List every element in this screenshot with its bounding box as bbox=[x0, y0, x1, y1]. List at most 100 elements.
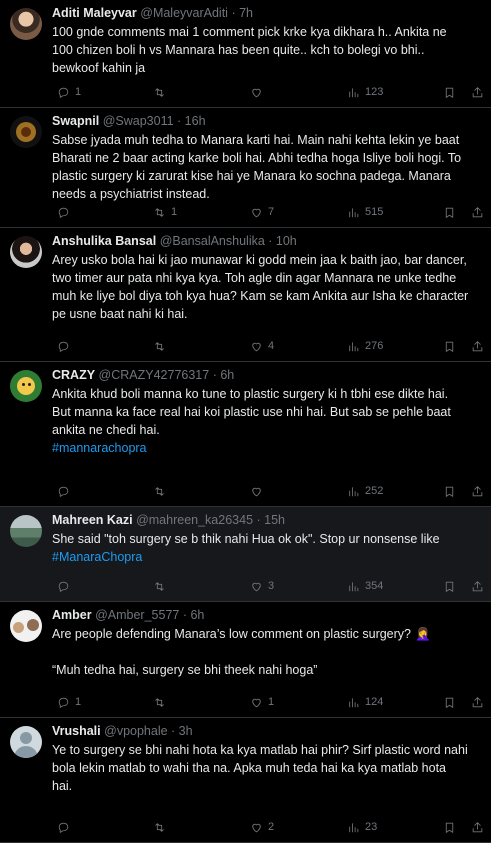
retweet-icon bbox=[153, 580, 166, 593]
retweet-button[interactable] bbox=[148, 579, 171, 593]
bookmark-icon bbox=[443, 580, 456, 593]
timestamp[interactable]: 10h bbox=[276, 234, 297, 248]
timestamp[interactable]: 16h bbox=[185, 114, 206, 128]
heart-icon bbox=[250, 821, 263, 834]
display-name[interactable]: Vrushali bbox=[52, 724, 101, 738]
views-button[interactable]: 123 bbox=[342, 85, 383, 99]
like-button[interactable]: 1 bbox=[245, 695, 274, 709]
share-button[interactable] bbox=[466, 205, 484, 219]
views-button[interactable]: 124 bbox=[342, 695, 383, 709]
timestamp[interactable]: 15h bbox=[264, 513, 285, 527]
share-button[interactable] bbox=[466, 579, 484, 593]
views-button[interactable]: 252 bbox=[342, 484, 383, 498]
retweet-button[interactable] bbox=[148, 339, 171, 353]
like-button[interactable]: 3 bbox=[245, 579, 274, 593]
tweet-text-line: bola lekin matlab to wahi tha na. Apka m… bbox=[52, 761, 446, 775]
reply-button[interactable] bbox=[52, 205, 75, 219]
like-button[interactable]: 4 bbox=[245, 339, 274, 353]
views-button[interactable]: 276 bbox=[342, 339, 383, 353]
like-button[interactable]: 7 bbox=[245, 205, 274, 219]
timestamp[interactable]: 6h bbox=[220, 368, 234, 382]
tweet[interactable]: Vrushali @vpophale · 3h Ye to surgery se … bbox=[0, 718, 491, 843]
hashtag-link[interactable]: #mannarachopra bbox=[52, 439, 484, 457]
user-handle[interactable]: @Swap3011 bbox=[103, 114, 174, 128]
share-button[interactable] bbox=[466, 484, 484, 498]
avatar[interactable] bbox=[10, 515, 42, 547]
user-handle[interactable]: @vpophale bbox=[104, 724, 167, 738]
timestamp[interactable]: 7h bbox=[239, 6, 253, 20]
reply-icon bbox=[57, 696, 70, 709]
views-button[interactable]: 354 bbox=[342, 579, 383, 593]
share-button[interactable] bbox=[466, 695, 484, 709]
user-handle[interactable]: @BansalAnshulika bbox=[160, 234, 265, 248]
like-button[interactable] bbox=[245, 85, 268, 99]
tweet[interactable]: Mahreen Kazi @mahreen_ka26345 · 15h She s… bbox=[0, 507, 491, 602]
avatar[interactable] bbox=[10, 370, 42, 402]
tweet[interactable]: Aditi Maleyvar @MaleyvarAditi · 7h 100 gn… bbox=[0, 0, 491, 108]
display-name[interactable]: Aditi Maleyvar bbox=[52, 6, 137, 20]
like-button[interactable] bbox=[245, 484, 268, 498]
like-button[interactable]: 2 bbox=[245, 820, 274, 834]
user-handle[interactable]: @mahreen_ka26345 bbox=[136, 513, 253, 527]
avatar[interactable] bbox=[10, 8, 42, 40]
share-button[interactable] bbox=[466, 820, 484, 834]
tweet-text-line: pe usne baat nahi ki hai. bbox=[52, 307, 188, 321]
reply-button[interactable] bbox=[52, 820, 75, 834]
display-name[interactable]: Amber bbox=[52, 608, 92, 622]
display-name[interactable]: Mahreen Kazi bbox=[52, 513, 133, 527]
retweet-button[interactable] bbox=[148, 820, 171, 834]
tweet-header: CRAZY @CRAZY42776317 · 6h bbox=[52, 368, 234, 382]
display-name[interactable]: Anshulika Bansal bbox=[52, 234, 156, 248]
bookmark-button[interactable] bbox=[438, 695, 456, 709]
bar-chart-icon bbox=[347, 580, 360, 593]
user-handle[interactable]: @Amber_5577 bbox=[95, 608, 179, 622]
bookmark-button[interactable] bbox=[438, 339, 456, 353]
tweet-text: She said "toh surgery se b thik nahi Hua… bbox=[52, 530, 484, 566]
avatar[interactable] bbox=[10, 236, 42, 268]
bookmark-button[interactable] bbox=[438, 579, 456, 593]
tweet[interactable]: Swapnil @Swap3011 · 16h Sabse jyada muh t… bbox=[0, 108, 491, 228]
reply-button[interactable] bbox=[52, 484, 75, 498]
like-count: 3 bbox=[268, 580, 275, 592]
retweet-button[interactable]: 1 bbox=[148, 205, 177, 219]
display-name[interactable]: CRAZY bbox=[52, 368, 95, 382]
display-name[interactable]: Swapnil bbox=[52, 114, 99, 128]
retweet-button[interactable] bbox=[148, 484, 171, 498]
bookmark-button[interactable] bbox=[438, 85, 456, 99]
tweet-feed: Aditi Maleyvar @MaleyvarAditi · 7h 100 gn… bbox=[0, 0, 491, 843]
views-button[interactable]: 515 bbox=[342, 205, 383, 219]
retweet-button[interactable] bbox=[148, 85, 171, 99]
user-handle[interactable]: @MaleyvarAditi bbox=[140, 6, 228, 20]
timestamp[interactable]: 6h bbox=[190, 608, 204, 622]
retweet-icon bbox=[153, 821, 166, 834]
tweet[interactable]: CRAZY @CRAZY42776317 · 6h Ankita khud bol… bbox=[0, 362, 491, 507]
avatar[interactable] bbox=[10, 116, 42, 148]
share-button[interactable] bbox=[466, 339, 484, 353]
retweet-button[interactable] bbox=[148, 695, 171, 709]
reply-button[interactable] bbox=[52, 339, 75, 353]
avatar[interactable] bbox=[10, 726, 42, 758]
timestamp[interactable]: 3h bbox=[179, 724, 193, 738]
tweet-text-line: But manna ka face real hai koi plastic u… bbox=[52, 405, 451, 419]
reply-icon bbox=[57, 206, 70, 219]
share-button[interactable] bbox=[466, 85, 484, 99]
separator-dot: · bbox=[179, 608, 191, 622]
user-handle[interactable]: @CRAZY42776317 bbox=[99, 368, 210, 382]
bookmark-button[interactable] bbox=[438, 484, 456, 498]
tweet-header: Anshulika Bansal @BansalAnshulika · 10h bbox=[52, 234, 297, 248]
tweet[interactable]: Amber @Amber_5577 · 6h Are people defendi… bbox=[0, 602, 491, 718]
bookmark-button[interactable] bbox=[438, 820, 456, 834]
bar-chart-icon bbox=[347, 485, 360, 498]
hashtag-link[interactable]: #ManaraChopra bbox=[52, 548, 484, 566]
retweet-icon bbox=[153, 206, 166, 219]
reply-button[interactable]: 1 bbox=[52, 85, 81, 99]
views-button[interactable]: 23 bbox=[342, 820, 377, 834]
separator-dot: · bbox=[167, 724, 179, 738]
reply-button[interactable] bbox=[52, 579, 75, 593]
tweet[interactable]: Anshulika Bansal @BansalAnshulika · 10h A… bbox=[0, 228, 491, 362]
views-count: 515 bbox=[365, 206, 384, 218]
reply-button[interactable]: 1 bbox=[52, 695, 81, 709]
bookmark-button[interactable] bbox=[438, 205, 456, 219]
avatar[interactable] bbox=[10, 610, 42, 642]
bar-chart-icon bbox=[347, 340, 360, 353]
